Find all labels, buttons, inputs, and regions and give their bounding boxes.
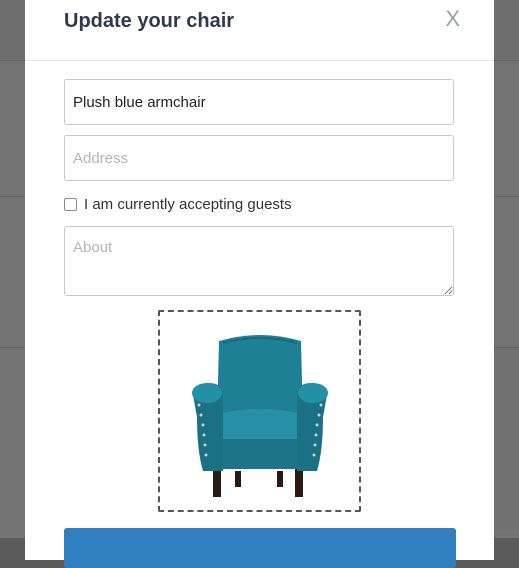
accepting-guests-label: I am currently accepting guests bbox=[84, 195, 292, 213]
modal-header: Update your chair X bbox=[25, 0, 494, 61]
update-chair-modal: Update your chair X I am currently accep… bbox=[25, 0, 494, 568]
submit-button[interactable] bbox=[64, 528, 456, 568]
image-dropzone[interactable] bbox=[158, 310, 361, 512]
about-textarea[interactable] bbox=[64, 226, 454, 296]
address-input[interactable] bbox=[64, 135, 454, 181]
chair-name-input[interactable] bbox=[64, 79, 454, 125]
accepting-guests-row[interactable]: I am currently accepting guests bbox=[64, 195, 292, 213]
close-icon[interactable]: X bbox=[445, 6, 460, 32]
accepting-guests-checkbox[interactable] bbox=[64, 197, 77, 211]
modal-title: Update your chair bbox=[64, 10, 235, 32]
armchair-photo-icon bbox=[191, 335, 328, 497]
